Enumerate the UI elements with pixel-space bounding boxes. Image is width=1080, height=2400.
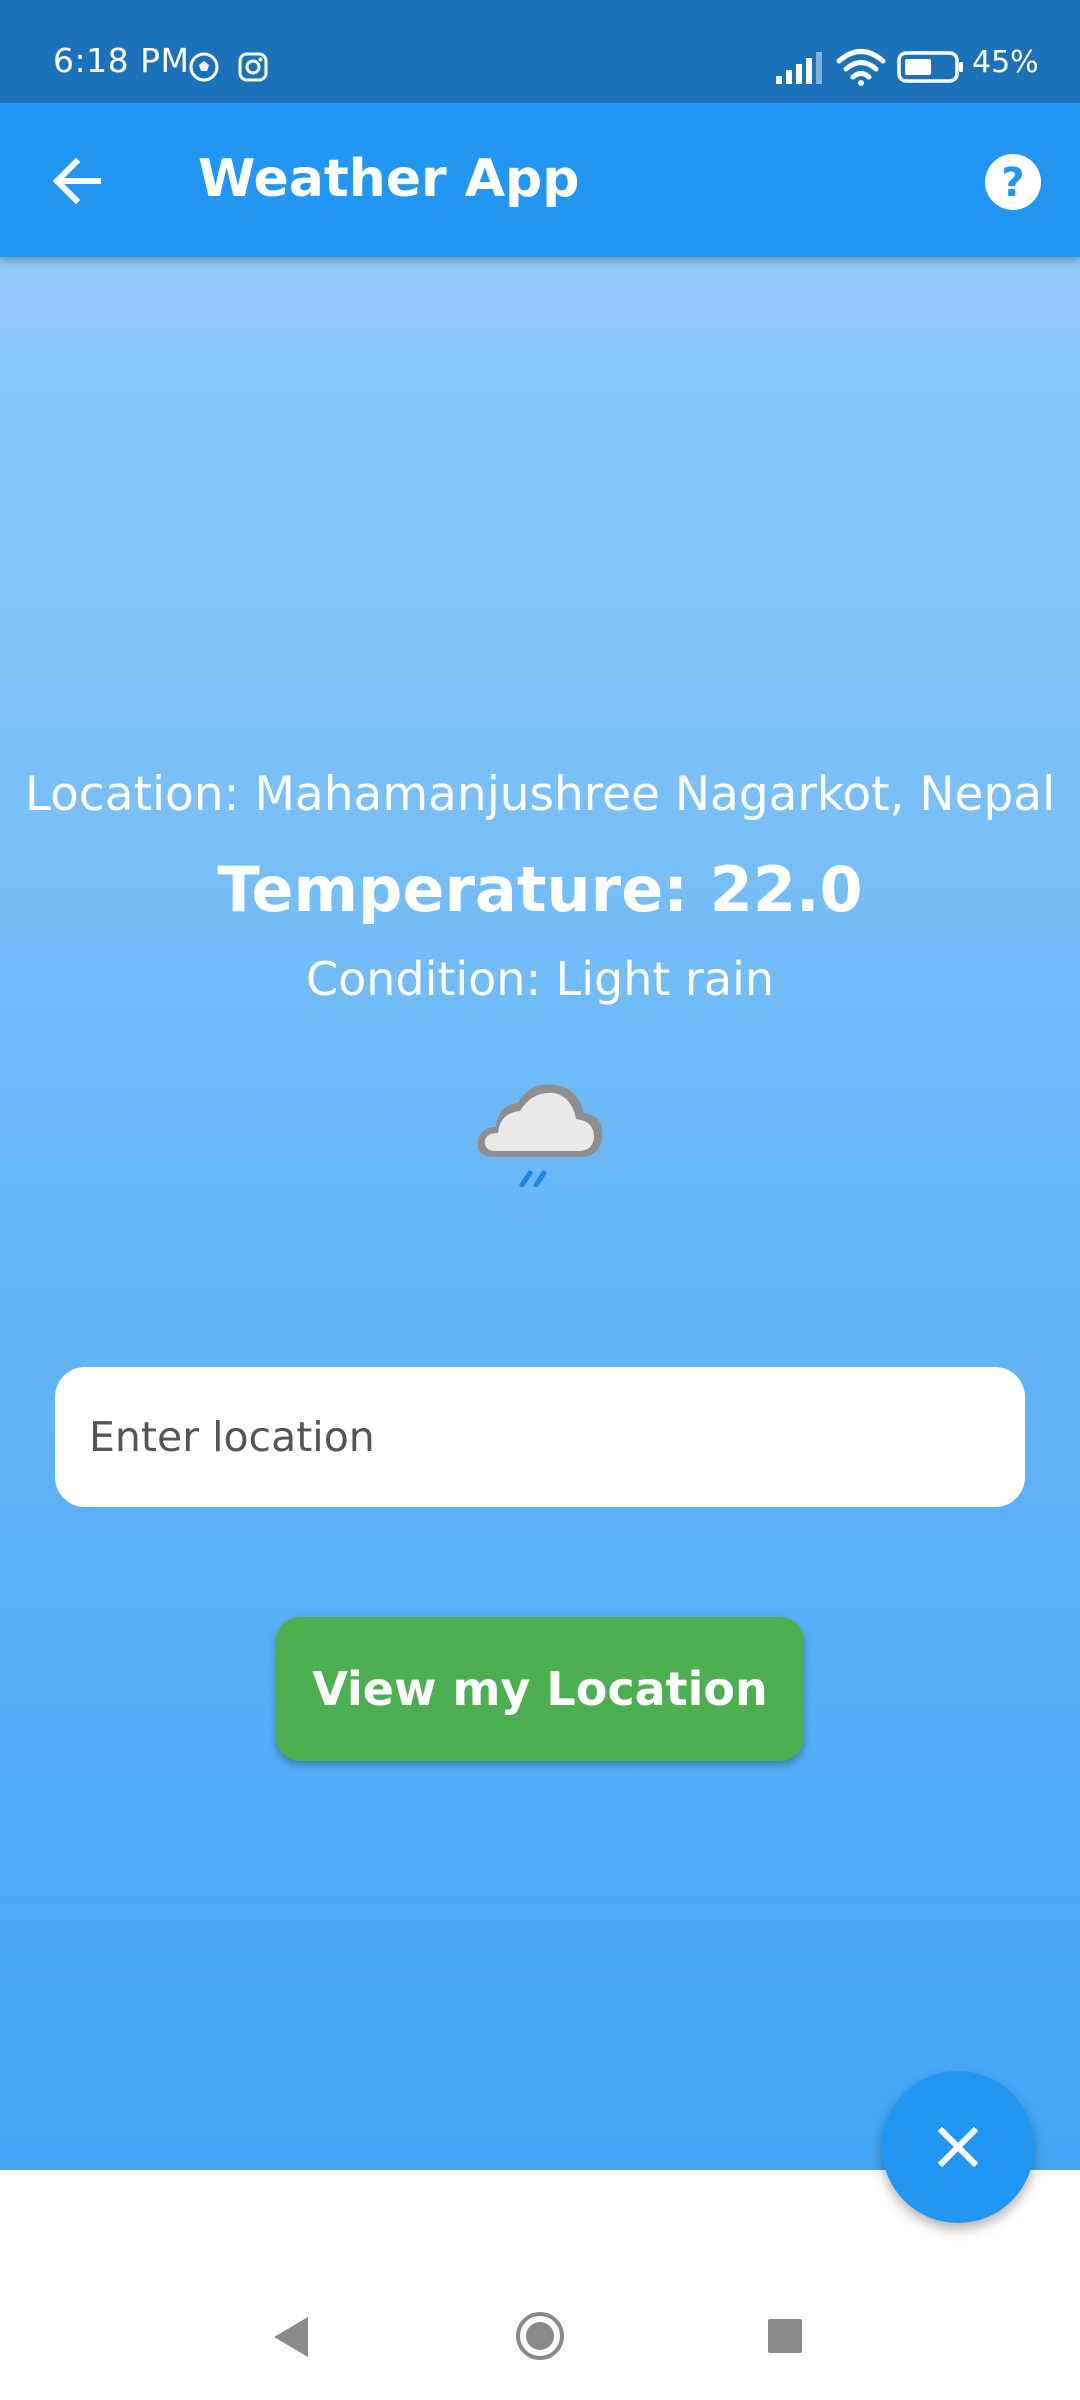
back-button[interactable] bbox=[46, 149, 110, 213]
view-my-location-button[interactable]: View my Location bbox=[276, 1617, 804, 1761]
svg-text:?: ? bbox=[1001, 160, 1024, 206]
system-nav-bar bbox=[0, 2270, 1080, 2400]
status-bar: 6:18 PM 45% bbox=[0, 0, 1080, 103]
light-rain-cloud-icon bbox=[477, 1084, 603, 1187]
recents-square-icon[interactable] bbox=[767, 2318, 803, 2354]
app-title: Weather App bbox=[198, 149, 580, 209]
location-text: Location: Mahamanjushree Nagarkot, Nepal bbox=[24, 767, 1056, 822]
battery-icon bbox=[897, 51, 963, 83]
close-fab-button[interactable] bbox=[882, 2071, 1034, 2223]
location-input[interactable] bbox=[55, 1367, 1025, 1507]
help-button[interactable]: ? bbox=[984, 153, 1042, 211]
close-icon bbox=[937, 2126, 979, 2168]
help-circle-icon: ? bbox=[985, 154, 1041, 210]
home-circle-icon[interactable] bbox=[514, 2310, 566, 2362]
main-content: Location: Mahamanjushree Nagarkot, Nepal… bbox=[0, 257, 1080, 2223]
back-triangle-icon[interactable] bbox=[270, 2315, 310, 2359]
soccer-ball-icon bbox=[189, 52, 219, 82]
instagram-icon bbox=[238, 52, 268, 82]
temperature-text: Temperature: 22.0 bbox=[217, 853, 863, 926]
condition-text: Condition: Light rain bbox=[305, 952, 775, 1006]
wifi-icon bbox=[836, 49, 886, 86]
status-time: 6:18 PM bbox=[53, 41, 190, 80]
battery-percent: 45% bbox=[972, 45, 1039, 80]
arrow-left-icon bbox=[52, 157, 101, 205]
signal-icon bbox=[776, 52, 822, 84]
app-bar: Weather App ? bbox=[0, 103, 1080, 257]
